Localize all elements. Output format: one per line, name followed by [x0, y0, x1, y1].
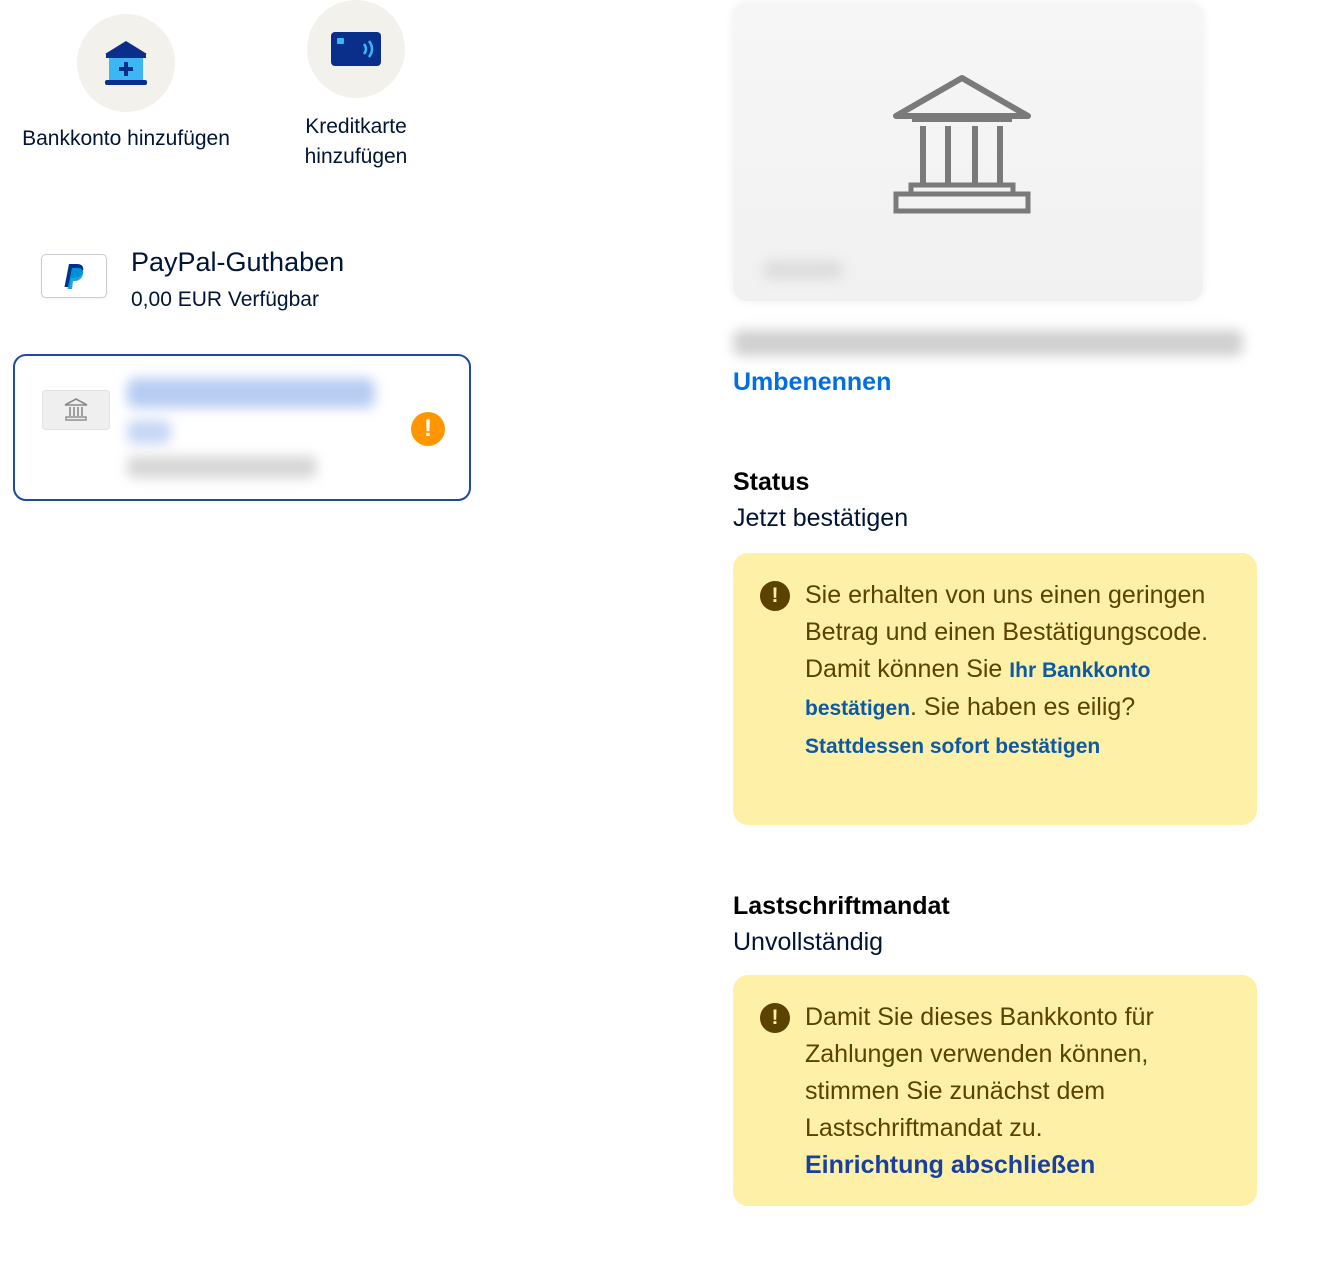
- status-notice: ! Sie erhalten von uns einen geringen Be…: [733, 553, 1257, 825]
- add-card-circle: [307, 0, 405, 98]
- exclamation-icon: !: [760, 581, 790, 611]
- redacted-bank-name: [127, 378, 375, 408]
- complete-setup-link[interactable]: Einrichtung abschließen: [805, 1151, 1095, 1179]
- exclamation-icon: !: [760, 1003, 790, 1033]
- redacted-bank-name-line2: [127, 420, 171, 444]
- mandate-notice: ! Damit Sie dieses Bankkonto für Zahlung…: [733, 975, 1257, 1206]
- bank-account-item-selected[interactable]: !: [13, 354, 471, 501]
- status-notice-text-2: . Sie haben es eilig?: [910, 693, 1136, 721]
- bank-card-illustration: [733, 3, 1203, 301]
- rename-link[interactable]: Umbenennen: [733, 368, 891, 397]
- add-bank-label: Bankkonto hinzufügen: [22, 127, 230, 150]
- redacted-account-title: [733, 330, 1243, 356]
- add-credit-card-button[interactable]: Kreditkarte hinzufügen: [276, 0, 436, 172]
- bank-thumbnail: [42, 390, 110, 430]
- redacted-bank-detail: [127, 456, 317, 478]
- add-card-label: Kreditkarte hinzufügen: [304, 115, 408, 168]
- paypal-balance-item[interactable]: PayPal-Guthaben 0,00 EUR Verfügbar: [40, 242, 460, 322]
- paypal-logo-icon: [64, 264, 84, 289]
- redacted-account-number: [763, 261, 843, 279]
- confirm-instantly-link[interactable]: Stattdessen sofort bestätigen: [805, 735, 1100, 758]
- bank-building-large-icon: [893, 75, 1031, 214]
- balance-title: PayPal-Guthaben: [131, 247, 345, 277]
- add-bank-account-button[interactable]: Bankkonto hinzufügen: [10, 14, 242, 154]
- contactless-card-icon: [331, 32, 381, 66]
- add-bank-circle: [77, 14, 175, 112]
- status-title: Status: [733, 468, 810, 496]
- status-value: Jetzt bestätigen: [733, 504, 909, 532]
- bank-building-icon: [64, 398, 88, 421]
- bank-plus-icon: [105, 41, 147, 85]
- mandate-title: Lastschriftmandat: [733, 892, 950, 920]
- balance-amount: 0,00 EUR Verfügbar: [131, 288, 319, 311]
- warning-icon: !: [411, 412, 445, 446]
- mandate-value: Unvollständig: [733, 928, 884, 956]
- paypal-logo: [41, 254, 107, 298]
- status-notice-text: Sie erhalten von uns einen geringen Betr…: [805, 577, 1227, 765]
- mandate-notice-text: Damit Sie dieses Bankkonto für Zahlungen…: [805, 999, 1227, 1184]
- mandate-notice-body: Damit Sie dieses Bankkonto für Zahlungen…: [805, 1003, 1154, 1142]
